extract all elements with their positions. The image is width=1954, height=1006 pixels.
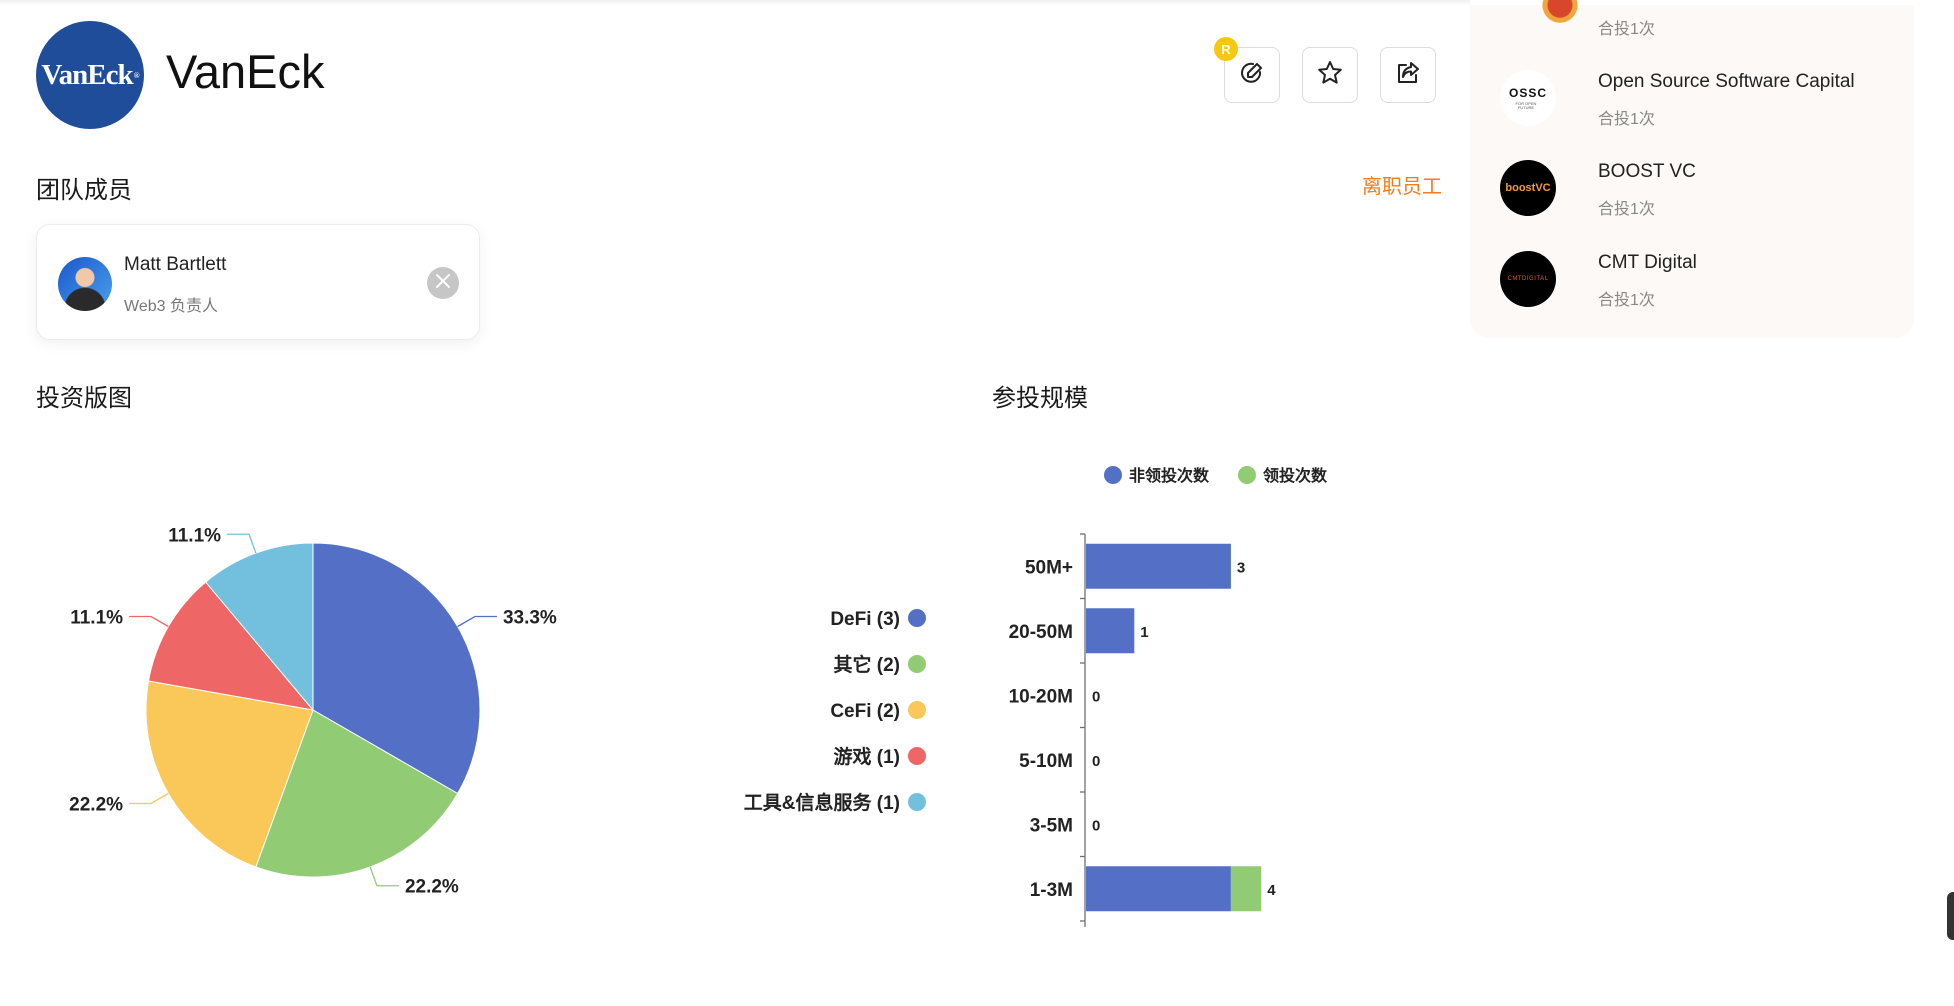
y-tick-label: 5-10M <box>1019 751 1073 772</box>
bar-total-label: 0 <box>1092 817 1100 834</box>
member-name: Matt Bartlett <box>124 254 227 275</box>
investor-logo-text: OSSC <box>1508 85 1547 100</box>
bar-segment <box>1086 608 1135 654</box>
side-scroll-handle[interactable] <box>1947 892 1954 940</box>
portfolio-pie-chart: 33.3% 22.2% 22.2% 11.1% 11.1% DeFi (3) 其它 (2) C… <box>69 525 926 898</box>
co-invest-count: 合投1次 <box>1598 111 1655 128</box>
pie-percent-label: 11.1% <box>168 525 221 546</box>
co-invest-count: 合投1次 <box>1598 292 1655 309</box>
member-role: Web3 负责人 <box>124 298 218 315</box>
top-shadow <box>0 0 1470 5</box>
team-member-card[interactable]: Matt Bartlett Web3 负责人 <box>36 224 480 340</box>
investor-logo-subtext: FOR OPEN FUTURE <box>1515 100 1537 110</box>
investor-logo: CMTDIGITAL <box>1500 251 1556 307</box>
org-logo: VanEck ® <box>36 21 144 129</box>
y-tick-label: 50M+ <box>1025 557 1073 578</box>
org-logo-text: VanEck <box>41 58 133 91</box>
legend-marker <box>908 793 926 811</box>
investment-scale-bar-chart: 非领投次数 领投次数 50M+ 3 20-50M 1 10-20M 0 5-10M 0 3-5M 0 1… <box>1009 466 1328 927</box>
investor-logo: boostVC <box>1500 160 1556 216</box>
favorite-button[interactable] <box>1302 47 1358 103</box>
pie-label-line <box>457 615 497 628</box>
y-tick-label: 1-3M <box>1030 880 1073 901</box>
investor-logo-text: boostVC <box>1505 182 1551 194</box>
investor-name: BOOST VC <box>1598 161 1696 182</box>
y-tick-label: 3-5M <box>1030 815 1073 836</box>
pie-label-line <box>369 866 399 887</box>
share-icon <box>1394 59 1422 92</box>
investor-logo: OSSC FOR OPEN FUTURE <box>1500 70 1556 126</box>
bar-total-label: 0 <box>1092 753 1100 770</box>
co-investor-panel: 合投1次 OSSC FOR OPEN FUTURE Open Source So… <box>1470 0 1914 338</box>
x-twitter-button[interactable] <box>427 267 459 299</box>
y-tick-label: 10-20M <box>1009 686 1073 707</box>
legend-marker <box>1104 466 1122 484</box>
investor-name: Open Source Software Capital <box>1598 71 1855 92</box>
legend-marker <box>908 701 926 719</box>
investor-name: CMT Digital <box>1598 252 1697 273</box>
co-invest-count: 合投1次 <box>1598 201 1655 218</box>
pie-label-line <box>227 533 257 554</box>
star-icon <box>1316 59 1344 92</box>
registered-mark: ® <box>133 70 140 80</box>
bar-segment <box>1230 866 1262 912</box>
y-tick-label: 20-50M <box>1009 622 1073 643</box>
pie-percent-label: 11.1% <box>70 608 123 629</box>
share-button[interactable] <box>1380 47 1436 103</box>
bar-total-label: 3 <box>1237 559 1245 576</box>
legend-marker <box>908 609 926 627</box>
legend-marker <box>908 655 926 673</box>
bar-total-label: 4 <box>1267 882 1276 899</box>
x-icon <box>435 273 451 294</box>
pie-percent-label: 22.2% <box>405 877 459 898</box>
investor-logo-text: CMTDIGITAL <box>1507 276 1549 282</box>
edit-icon <box>1238 59 1266 92</box>
co-invest-count: 合投1次 <box>1598 21 1655 38</box>
reward-badge: R <box>1214 37 1238 61</box>
org-name: VanEck <box>166 45 325 98</box>
legend-label: CeFi (2) <box>830 701 900 722</box>
bar-total-label: 1 <box>1140 624 1148 641</box>
legend-marker <box>908 747 926 765</box>
investor-logo <box>1538 0 1582 29</box>
avatar <box>58 257 112 311</box>
scale-section-title: 参投规模 <box>992 385 1088 412</box>
bar-segment <box>1086 866 1231 912</box>
bar-total-label: 0 <box>1092 688 1100 705</box>
former-staff-link[interactable]: 离职员工 <box>1362 170 1442 199</box>
legend-label: 游戏 (1) <box>833 745 900 768</box>
legend-marker <box>1238 466 1256 484</box>
pie-percent-label: 33.3% <box>503 608 557 629</box>
pie-label-line <box>129 792 169 805</box>
legend-label: 工具&信息服务 (1) <box>744 791 900 814</box>
pie-percent-label: 22.2% <box>69 795 123 816</box>
legend-label: 非领投次数 <box>1129 466 1210 485</box>
legend-label: DeFi (3) <box>830 609 900 630</box>
pie-label-line <box>129 615 169 628</box>
bar-segment <box>1086 543 1231 589</box>
team-section-title: 团队成员 <box>36 177 132 204</box>
legend-label: 其它 (2) <box>833 653 900 676</box>
legend-label: 领投次数 <box>1263 466 1328 485</box>
